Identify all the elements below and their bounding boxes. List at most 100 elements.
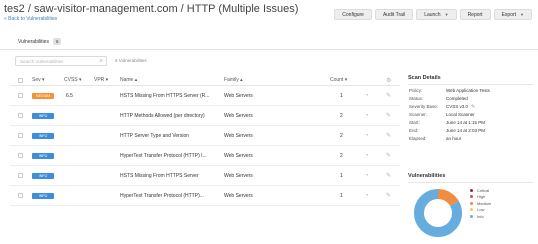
legend-label: Low	[477, 207, 485, 213]
select-all-checkbox[interactable]	[18, 75, 23, 85]
vulnerability-count: 1	[340, 172, 343, 179]
snooze-icon[interactable]: ◔	[365, 126, 369, 145]
snooze-icon[interactable]: ◔	[365, 146, 369, 165]
vulnerability-name[interactable]: HTTP Server Type and Version	[120, 126, 220, 145]
scan-detail-row: Policy: Web Application Tests	[408, 88, 533, 96]
vulnerability-family: Web Servers	[224, 192, 253, 199]
search-placeholder: Search Vulnerabilities	[20, 59, 64, 64]
edit-icon[interactable]: ✎	[471, 104, 475, 110]
severity-badge: INFO	[32, 152, 54, 159]
severity-badge: INFO	[32, 132, 54, 139]
edit-icon[interactable]: ✎	[386, 126, 391, 145]
gear-icon[interactable]: ⚙	[386, 75, 391, 85]
edit-icon[interactable]: ✎	[386, 86, 391, 105]
scan-detail-value: Web Application Tests	[446, 88, 490, 93]
table-row[interactable]: INFO HTTP Server Type and Version Web Serv…	[10, 126, 400, 146]
scan-detail-value: June 14 at 1:15 PM	[446, 120, 486, 125]
column-header-vpr[interactable]: VPR ▾	[94, 75, 108, 85]
vulnerability-count: 1	[340, 92, 343, 99]
legend-dot	[470, 208, 473, 212]
vulnerability-family: Web Servers	[224, 172, 253, 179]
tab-vulnerabilities[interactable]: Vulnerabilities 6	[18, 38, 62, 45]
export-button[interactable]: Export ▼	[493, 9, 532, 20]
legend-item: Info	[470, 213, 491, 220]
severity-badge-cell: MEDIUM	[32, 86, 54, 105]
vulnerability-legend: Critical High Medium Low Info	[470, 187, 491, 220]
back-to-vulnerabilities-link[interactable]: « Back to Vulnerabilities	[4, 16, 57, 22]
row-checkbox[interactable]	[18, 166, 23, 185]
edit-icon[interactable]: ✎	[386, 186, 391, 205]
row-checkbox[interactable]	[18, 126, 23, 145]
vulnerabilities-summary-title: Vulnerabilities	[408, 173, 533, 183]
table-row[interactable]: MEDIUM 6.5 HSTS Missing From HTTPS Server …	[10, 86, 400, 106]
scan-detail-key: Elapsed:	[409, 136, 427, 141]
table-row[interactable]: INFO HSTS Missing From HTTPS Server Web Se…	[10, 166, 400, 186]
launch-button[interactable]: Launch ▼	[416, 9, 457, 20]
audit-trail-button[interactable]: Audit Trail	[374, 9, 414, 20]
configure-button[interactable]: Configure	[334, 9, 372, 20]
edit-icon[interactable]: ✎	[386, 166, 391, 185]
vulnerability-name[interactable]: HyperText Transfer Protocol (HTTP)...	[120, 186, 220, 205]
scan-details-panel: Scan Details Policy: Web Application Test…	[408, 75, 533, 144]
report-label: Report	[467, 11, 483, 18]
row-checkbox[interactable]	[18, 106, 23, 125]
tab-label: Vulnerabilities	[18, 38, 49, 45]
table-row[interactable]: INFO HyperText Transfer Protocol (HTTP) I…	[10, 146, 400, 166]
snooze-icon[interactable]: ◔	[365, 186, 369, 205]
vulnerability-count: 2	[340, 112, 343, 119]
report-button[interactable]: Report	[459, 9, 491, 20]
scan-detail-key: Scanner:	[409, 112, 428, 117]
cvss-score: 6.5	[66, 92, 73, 99]
audit-trail-label: Audit Trail	[382, 11, 406, 18]
vulnerability-name[interactable]: HTTP Methods Allowed (per directory)	[120, 106, 220, 125]
vulnerability-family: Web Servers	[224, 132, 253, 139]
legend-dot	[470, 188, 473, 192]
severity-badge-cell: INFO	[32, 106, 54, 125]
vulnerability-family: Web Servers	[224, 152, 253, 159]
vulnerability-count: 1	[340, 192, 343, 199]
table-row[interactable]: INFO HTTP Methods Allowed (per directory)…	[10, 106, 400, 126]
column-header-count[interactable]: Count ▾	[330, 75, 347, 85]
scan-detail-value: CVSS v3.0 ✎	[446, 104, 476, 110]
table-header: Sev ▾ CVSS ▾ VPR ▾ Name ▴ Family ▴ Count…	[10, 75, 400, 86]
vulnerability-name[interactable]: HyperText Transfer Protocol (HTTP) I...	[120, 146, 220, 165]
vulnerability-donut-chart	[414, 189, 462, 237]
snooze-icon[interactable]: ◔	[365, 166, 369, 185]
scan-detail-row: End: June 14 at 2:03 PM	[408, 128, 533, 136]
legend-dot	[470, 201, 473, 205]
scan-detail-key: Severity Base:	[409, 104, 439, 109]
search-input[interactable]: Search Vulnerabilities ⌕	[15, 56, 107, 66]
column-header-name[interactable]: Name ▴	[120, 75, 137, 85]
row-checkbox[interactable]	[18, 186, 23, 205]
column-header-sev[interactable]: Sev ▾	[32, 75, 45, 85]
severity-badge-cell: INFO	[32, 146, 54, 165]
vulnerability-name[interactable]: HSTS Missing From HTTPS Server	[120, 166, 220, 185]
table-row[interactable]: INFO HyperText Transfer Protocol (HTTP)..…	[10, 186, 400, 206]
row-checkbox[interactable]	[18, 146, 23, 165]
legend-label: Medium	[477, 200, 492, 206]
row-checkbox[interactable]	[18, 86, 23, 105]
toolbar: Configure Audit Trail Launch ▼ Report Exp…	[334, 9, 532, 20]
snooze-icon[interactable]: ◔	[365, 86, 369, 105]
tab-count-badge: 6	[52, 38, 62, 45]
caret-down-icon: ▼	[444, 12, 449, 17]
column-header-family[interactable]: Family ▴	[224, 75, 243, 85]
severity-badge: INFO	[32, 112, 54, 119]
column-header-cvss[interactable]: CVSS ▾	[64, 75, 82, 85]
scan-detail-row: Severity Base: CVSS v3.0 ✎	[408, 104, 533, 112]
legend-label: Info	[477, 213, 484, 219]
scan-detail-key: Policy:	[409, 88, 423, 93]
configure-label: Configure	[342, 11, 364, 18]
scan-detail-value: June 14 at 2:03 PM	[446, 128, 486, 133]
edit-icon[interactable]: ✎	[386, 106, 391, 125]
severity-badge: INFO	[32, 172, 54, 179]
snooze-icon[interactable]: ◔	[365, 106, 369, 125]
scan-detail-key: End:	[409, 128, 419, 133]
severity-badge-cell: INFO	[32, 126, 54, 145]
vulnerability-name[interactable]: HSTS Missing From HTTPS Server (R...	[120, 86, 220, 105]
scan-detail-row: Elapsed: an hour	[408, 136, 533, 144]
result-count: 6 Vulnerabilities	[115, 58, 147, 63]
edit-icon[interactable]: ✎	[386, 146, 391, 165]
scan-detail-key: Status:	[409, 96, 424, 101]
severity-badge: MEDIUM	[32, 92, 54, 99]
